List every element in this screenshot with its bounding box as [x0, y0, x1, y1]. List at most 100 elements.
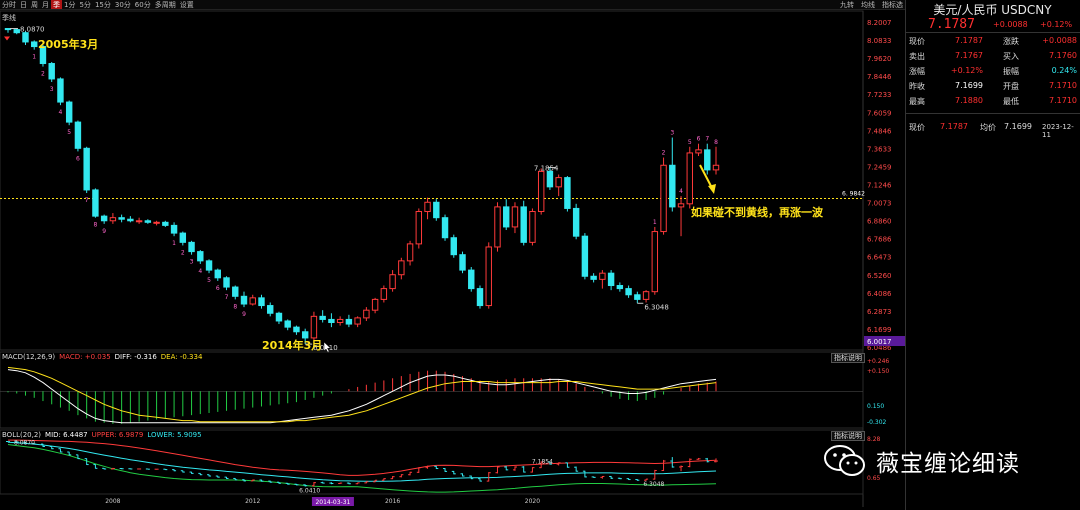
candle-body: [686, 152, 693, 205]
boll-price-label: 8.0870: [14, 439, 35, 446]
candle-body: [634, 294, 641, 300]
candle-body: [223, 277, 230, 288]
date-highlight-label: 2014-03-31: [315, 499, 350, 506]
candle-body: [433, 201, 440, 219]
quote-label: 最高: [909, 97, 925, 106]
price-axis-label: 6.5260: [867, 272, 892, 280]
candle-body: [546, 170, 554, 188]
boll-panel-frame: [0, 429, 864, 495]
nine-turn-label: 5: [688, 139, 692, 146]
price-axis-label: 7.3633: [867, 145, 892, 153]
nine-turn-label: 4: [59, 109, 63, 116]
candle-body: [424, 201, 431, 213]
price-axis-label: 6.8860: [867, 218, 892, 226]
price-axis-label: 7.0073: [867, 200, 892, 208]
mini-price-value: 7.1787: [940, 122, 968, 131]
mini-avg-label: 均价: [980, 123, 996, 132]
nine-turn-label: 3: [50, 86, 54, 93]
watermark-text: 薇宝缠论细读: [876, 451, 1020, 477]
quote-label: 涨跌: [1003, 37, 1019, 46]
candle-body: [275, 312, 283, 322]
candle-body: [74, 121, 82, 149]
annotation-bottom: 2014年3月: [262, 338, 322, 352]
quote-table: 现价 7.1787 涨跌 +0.0088 卖出 7.1767 买入 7.1760 涨幅 +0.12…: [905, 34, 1080, 112]
quote-label: 开盘: [1003, 82, 1019, 91]
boll-upper-line: [8, 439, 717, 476]
candle-body: [100, 215, 108, 222]
candle-body: [616, 285, 624, 290]
candle-body: [468, 269, 475, 290]
candle-body: [476, 288, 484, 307]
candle-body: [336, 318, 344, 324]
macd-info-button[interactable]: 指标说明: [831, 353, 865, 363]
boll-mid: MID: 6.4487: [45, 431, 88, 439]
candle-body: [625, 288, 632, 296]
candle-body: [258, 297, 265, 307]
price-axis-label: 6.1699: [867, 326, 892, 334]
quote-value: 7.1787: [955, 36, 983, 45]
candle-body: [162, 221, 169, 226]
high-2017-label: 7.1854: [534, 165, 559, 173]
candle-body: [581, 235, 589, 277]
low-2021-label: 6.3048: [644, 303, 669, 311]
mini-price-label: 现价: [909, 123, 925, 132]
candle-body: [249, 297, 256, 305]
down-arrow-icon: [4, 36, 10, 41]
candle-body: [677, 203, 685, 208]
quote-label: 振幅: [1003, 67, 1019, 76]
nine-turn-label: 4: [198, 268, 202, 275]
candle-body: [406, 243, 414, 262]
quote-change-pct: +0.12%: [1040, 20, 1073, 29]
annotation-note: 如果碰不到黄线，再涨一波: [691, 205, 824, 219]
price-axis-label: 6.4086: [867, 290, 892, 298]
quote-value: 7.1767: [955, 51, 983, 60]
main-panel-frame: [0, 10, 864, 351]
quote-divider-2: [905, 113, 1080, 114]
candle-body: [415, 211, 423, 245]
nine-turn-label: 9: [102, 228, 106, 235]
nine-turn-label: 4: [679, 188, 683, 195]
candle-body: [109, 217, 117, 222]
candle-body: [511, 206, 519, 228]
candle-body: [83, 147, 90, 191]
quote-divider: [905, 32, 1080, 33]
arrow-head-icon: [708, 184, 716, 194]
nine-turn-label: 8: [233, 303, 237, 310]
macd-axis-label: +0.150: [867, 368, 889, 375]
candle-body: [232, 286, 239, 297]
candle-body: [371, 298, 379, 311]
candle-body: [345, 318, 353, 325]
candle-body: [537, 170, 545, 213]
year-axis-label: 2008: [105, 498, 120, 505]
boll-price-label: 7.1854: [532, 458, 553, 465]
candle-body: [441, 217, 449, 239]
nine-turn-label: 7: [85, 197, 89, 204]
candle-body: [22, 32, 29, 43]
candle-body: [354, 317, 361, 325]
nine-turn-label: 6: [216, 285, 220, 292]
candle-body: [494, 206, 501, 248]
candle-body: [188, 241, 195, 253]
nine-turn-label: 1: [653, 219, 657, 226]
macd-dea-line: [7, 366, 717, 423]
mini-date: 2023-12-11: [1042, 123, 1074, 139]
quote-label: 最低: [1003, 97, 1019, 106]
nine-turn-label: 7: [225, 294, 229, 301]
candle-body: [310, 315, 318, 339]
candle-body: [197, 251, 204, 262]
watermark: 薇宝缠论细读: [822, 436, 1067, 486]
candle-body: [135, 220, 143, 223]
boll-header: BOLL(20,2) MID: 6.4487 UPPER: 6.9879 LOW…: [2, 431, 202, 439]
boll-lower: LOWER: 5.9095: [147, 431, 202, 439]
candle-body: [92, 189, 99, 217]
candle-body: [564, 177, 571, 209]
candle-body: [389, 274, 396, 290]
price-axis-label: 6.7686: [867, 236, 892, 244]
candle-body: [529, 211, 536, 243]
nine-turn-label: 2: [662, 150, 666, 157]
price-axis-label: 6.6473: [867, 254, 892, 262]
macd-diff: DIFF: -0.316: [114, 353, 157, 361]
year-axis-label: 2016: [385, 498, 400, 505]
price-axis-label: 7.8446: [867, 73, 892, 81]
candle-body: [704, 149, 711, 171]
